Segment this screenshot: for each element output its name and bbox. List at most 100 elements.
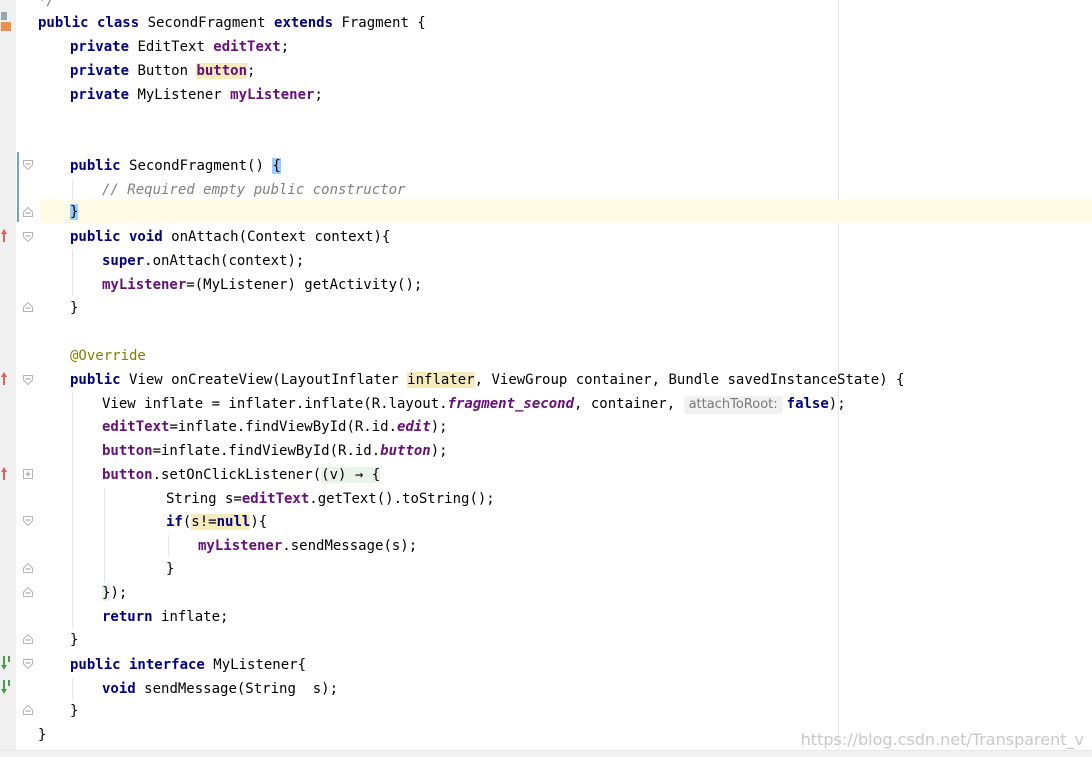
parameter-hint: attachToRoot: xyxy=(683,396,783,414)
code-token: // Required empty public constructor xyxy=(102,182,406,198)
fold-end-icon[interactable] xyxy=(23,302,33,312)
indent-guide xyxy=(72,393,73,629)
code-line[interactable]: }); xyxy=(102,582,127,604)
code-line[interactable]: button.setOnClickListener((v) → { xyxy=(102,464,381,486)
code-line[interactable]: private EditText editText; xyxy=(70,36,289,58)
implemented-down-arrow-icon[interactable] xyxy=(1,656,11,670)
override-up-arrow-icon[interactable] xyxy=(1,229,11,243)
fold-end-icon[interactable] xyxy=(23,207,33,217)
indent-guide xyxy=(72,180,73,200)
code-token: myListener xyxy=(230,87,315,103)
fold-open-icon[interactable] xyxy=(23,516,33,526)
fold-end-icon[interactable] xyxy=(23,587,33,597)
override-up-arrow-icon[interactable] xyxy=(1,372,11,386)
code-token: inflate; xyxy=(161,609,229,625)
code-line[interactable]: @Override xyxy=(70,345,146,367)
code-token: fragment_second xyxy=(447,396,575,412)
code-line[interactable]: */ xyxy=(38,0,55,12)
code-line[interactable]: private Button button; xyxy=(70,60,255,82)
fold-end-icon[interactable] xyxy=(23,634,33,644)
override-up-arrow-icon[interactable] xyxy=(1,467,11,481)
code-token: public void xyxy=(70,229,172,245)
code-token: editText xyxy=(102,419,170,435)
code-token: MyListener xyxy=(137,87,231,103)
code-token: =inflate.findViewById(R.id. xyxy=(152,443,381,459)
code-token: =inflate.findViewById(R.id. xyxy=(169,419,398,435)
code-line[interactable]: public class SecondFragment extends Frag… xyxy=(38,12,426,34)
code-token: editText xyxy=(213,39,281,55)
code-token: ); xyxy=(110,585,128,601)
code-token: button xyxy=(102,467,153,483)
code-line[interactable]: super.onAttach(context); xyxy=(102,250,304,272)
fold-open-icon[interactable] xyxy=(23,160,33,170)
fold-end-icon[interactable] xyxy=(23,705,33,715)
code-line[interactable]: void sendMessage(String s); xyxy=(102,678,338,700)
code-token: null xyxy=(216,514,251,530)
code-line[interactable]: private MyListener myListener; xyxy=(70,84,323,106)
code-token: button xyxy=(102,443,153,459)
fold-open-icon[interactable] xyxy=(23,659,33,669)
code-token: private xyxy=(70,63,138,79)
code-line[interactable]: } xyxy=(166,558,174,580)
code-token: return xyxy=(102,609,162,625)
code-token: ); xyxy=(430,419,448,435)
code-token: } xyxy=(70,204,79,220)
code-line[interactable]: View inflate = inflater.inflate(R.layout… xyxy=(102,393,846,415)
code-line[interactable]: } xyxy=(70,201,79,223)
code-token: onAttach(Context context){ xyxy=(171,229,391,245)
code-line[interactable]: public interface MyListener{ xyxy=(70,654,306,676)
code-token: Button xyxy=(137,63,197,79)
code-line[interactable]: // Required empty public constructor xyxy=(102,179,405,201)
fold-open-icon[interactable] xyxy=(23,232,33,242)
code-token: s!= xyxy=(191,514,217,530)
code-token: Fragment { xyxy=(341,15,426,31)
code-token: private xyxy=(70,87,138,103)
code-line[interactable]: public void onAttach(Context context){ xyxy=(70,226,390,248)
code-line[interactable]: button=inflate.findViewById(R.id.button)… xyxy=(102,440,448,462)
code-token: public xyxy=(70,372,130,388)
code-line[interactable]: } xyxy=(70,297,78,319)
code-token: void xyxy=(102,681,145,697)
implemented-down-arrow-icon[interactable] xyxy=(1,680,11,694)
fold-open-icon[interactable] xyxy=(23,375,33,385)
code-line[interactable]: } xyxy=(70,700,78,722)
code-token: public xyxy=(70,158,130,174)
code-token: } xyxy=(70,703,79,719)
code-token: private xyxy=(70,39,138,55)
indent-guide xyxy=(104,488,105,582)
code-token: ); xyxy=(828,396,846,412)
code-line[interactable]: public View onCreateView(LayoutInflater … xyxy=(70,369,904,391)
class-icon[interactable] xyxy=(1,12,11,34)
code-editor[interactable]: */ public class SecondFragment extends Fr… xyxy=(0,0,1092,757)
code-token: */ xyxy=(38,0,55,9)
code-token: , container, xyxy=(574,396,684,412)
code-line[interactable]: String s=editText.getText().toString(); xyxy=(166,488,495,510)
code-line[interactable]: myListener.sendMessage(s); xyxy=(198,535,417,557)
code-token: super xyxy=(102,253,145,269)
indent-guide xyxy=(168,535,169,557)
code-token: button xyxy=(380,443,431,459)
code-token: sendMessage(String s); xyxy=(144,681,339,697)
code-token: String s= xyxy=(166,491,242,507)
code-token: EditText xyxy=(137,39,214,55)
code-token: SecondFragment() xyxy=(129,158,273,174)
code-line[interactable]: if(s!=null){ xyxy=(166,511,267,533)
code-line[interactable]: editText=inflate.findViewById(R.id.edit)… xyxy=(102,416,448,438)
code-line[interactable]: return inflate; xyxy=(102,606,228,628)
code-token: .sendMessage(s); xyxy=(282,538,418,554)
code-line[interactable]: public SecondFragment() { xyxy=(70,155,281,177)
code-token: { xyxy=(272,158,281,174)
code-token: } xyxy=(166,561,175,577)
code-token: ); xyxy=(430,443,448,459)
code-line[interactable]: myListener=(MyListener) getActivity(); xyxy=(102,274,422,296)
fold-end-icon[interactable] xyxy=(23,563,33,573)
code-line[interactable]: } xyxy=(38,724,46,746)
code-token: } xyxy=(38,727,47,743)
code-token: .onAttach(context); xyxy=(144,253,305,269)
code-token: @Override xyxy=(70,348,146,364)
horizontal-scrollbar[interactable] xyxy=(0,750,1092,757)
code-token: ; xyxy=(280,39,290,55)
code-line[interactable]: } xyxy=(70,629,78,651)
code-token: extends xyxy=(274,15,342,31)
fold-expand-icon[interactable] xyxy=(23,469,33,479)
